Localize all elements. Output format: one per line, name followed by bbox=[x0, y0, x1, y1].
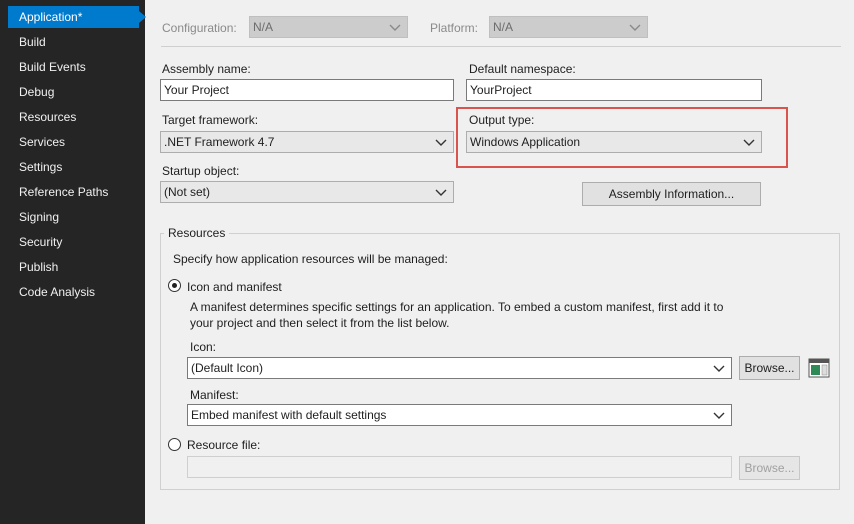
icon-manifest-label[interactable]: Icon and manifest bbox=[187, 280, 282, 294]
sidebar-item-label: Reference Paths bbox=[19, 185, 109, 199]
sidebar-item-security[interactable]: Security bbox=[8, 231, 139, 253]
startup-object-label: Startup object: bbox=[162, 164, 240, 178]
resource-file-input bbox=[187, 456, 732, 478]
divider bbox=[161, 46, 841, 47]
icon-label: Icon: bbox=[190, 340, 217, 354]
sidebar-item-application[interactable]: Application* bbox=[8, 6, 146, 28]
sidebar-item-code-analysis[interactable]: Code Analysis bbox=[8, 281, 139, 303]
platform-select: N/A bbox=[489, 16, 648, 38]
sidebar-item-label: Build Events bbox=[19, 60, 86, 74]
sidebar-item-label: Settings bbox=[19, 160, 63, 174]
sidebar-item-signing[interactable]: Signing bbox=[8, 206, 139, 228]
sidebar-item-label: Resources bbox=[19, 110, 77, 124]
chevron-down-icon bbox=[435, 187, 447, 197]
icon-value: (Default Icon) bbox=[191, 361, 264, 375]
resource-file-browse-button: Browse... bbox=[739, 456, 800, 480]
default-namespace-label: Default namespace: bbox=[469, 62, 576, 76]
sidebar-item-label: Code Analysis bbox=[19, 285, 96, 299]
icon-manifest-help-line1: A manifest determines specific settings … bbox=[190, 300, 724, 314]
application-icon-preview bbox=[808, 358, 830, 378]
configuration-label: Configuration: bbox=[162, 21, 237, 35]
default-namespace-input[interactable]: YourProject bbox=[466, 79, 762, 101]
sidebar-item-reference-paths[interactable]: Reference Paths bbox=[8, 181, 139, 203]
manifest-label: Manifest: bbox=[190, 388, 239, 402]
chevron-down-icon bbox=[743, 137, 755, 147]
manifest-value: Embed manifest with default settings bbox=[191, 408, 387, 422]
sidebar-item-label: Publish bbox=[19, 260, 59, 274]
sidebar-item-build-events[interactable]: Build Events bbox=[8, 56, 139, 78]
chevron-down-icon bbox=[713, 410, 725, 420]
resources-description: Specify how application resources will b… bbox=[173, 252, 448, 266]
icon-select[interactable]: (Default Icon) bbox=[187, 357, 732, 379]
platform-label: Platform: bbox=[430, 21, 479, 35]
platform-value: N/A bbox=[493, 20, 514, 34]
sidebar-item-publish[interactable]: Publish bbox=[8, 256, 139, 278]
sidebar-item-debug[interactable]: Debug bbox=[8, 81, 139, 103]
sidebar-item-label: Debug bbox=[19, 85, 55, 99]
assembly-information-button[interactable]: Assembly Information... bbox=[582, 182, 761, 206]
sidebar-item-label: Build bbox=[19, 35, 46, 49]
resource-file-radio[interactable] bbox=[168, 438, 181, 451]
active-arrow-icon bbox=[139, 11, 146, 23]
icon-manifest-help-line2: your project and then select it from the… bbox=[190, 316, 450, 330]
resources-group-title: Resources bbox=[164, 226, 230, 240]
sidebar: Application* Build Build Events Debug Re… bbox=[0, 0, 146, 524]
icon-manifest-radio[interactable] bbox=[168, 279, 181, 292]
chevron-down-icon bbox=[435, 137, 447, 147]
assembly-name-label: Assembly name: bbox=[162, 62, 251, 76]
sidebar-item-label: Services bbox=[19, 135, 66, 149]
sidebar-item-label: Application* bbox=[19, 10, 83, 24]
sidebar-item-label: Signing bbox=[19, 210, 60, 224]
target-framework-value: .NET Framework 4.7 bbox=[164, 135, 275, 149]
output-type-select[interactable]: Windows Application bbox=[466, 131, 762, 153]
radio-dot-icon bbox=[172, 283, 177, 288]
startup-object-select[interactable]: (Not set) bbox=[160, 181, 454, 203]
target-framework-select[interactable]: .NET Framework 4.7 bbox=[160, 131, 454, 153]
manifest-select[interactable]: Embed manifest with default settings bbox=[187, 404, 732, 426]
configuration-select: N/A bbox=[249, 16, 408, 38]
chevron-down-icon bbox=[389, 22, 401, 32]
sidebar-item-settings[interactable]: Settings bbox=[8, 156, 139, 178]
sidebar-item-services[interactable]: Services bbox=[8, 131, 139, 153]
sidebar-item-build[interactable]: Build bbox=[8, 31, 139, 53]
chevron-down-icon bbox=[629, 22, 641, 32]
icon-browse-button[interactable]: Browse... bbox=[739, 356, 800, 380]
target-framework-label: Target framework: bbox=[162, 113, 259, 127]
sidebar-item-label: Security bbox=[19, 235, 63, 249]
sidebar-item-resources[interactable]: Resources bbox=[8, 106, 139, 128]
resource-file-label[interactable]: Resource file: bbox=[187, 438, 260, 452]
output-type-label: Output type: bbox=[469, 113, 535, 127]
assembly-name-input[interactable]: Your Project bbox=[160, 79, 454, 101]
configuration-value: N/A bbox=[253, 20, 274, 34]
output-type-value: Windows Application bbox=[470, 135, 581, 149]
chevron-down-icon bbox=[713, 363, 725, 373]
startup-object-value: (Not set) bbox=[164, 185, 211, 199]
